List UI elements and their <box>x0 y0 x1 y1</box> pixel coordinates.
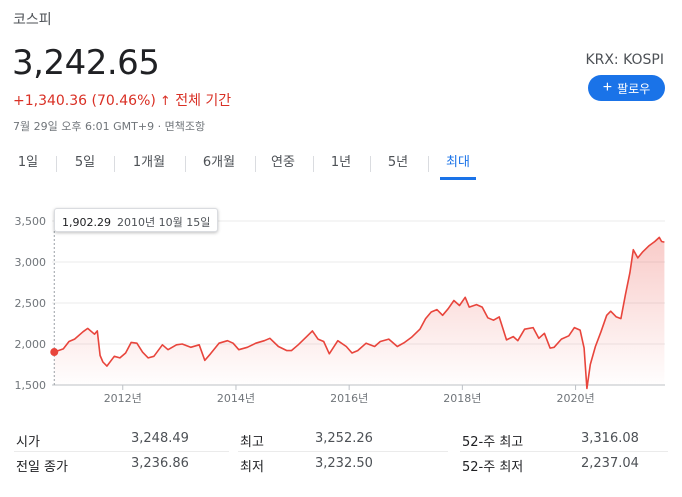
x-tick-label: 2016년 <box>330 392 368 405</box>
arrow-up-icon: ↑ <box>159 94 171 109</box>
tab-6m[interactable]: 6개월 <box>196 152 242 180</box>
prev-close-value: 3,236.86 <box>131 456 189 471</box>
y-tick-label: 2,000 <box>15 338 47 351</box>
tooltip-date: 2010년 10월 15일 <box>116 216 211 229</box>
x-tick-label: 2014년 <box>217 392 255 405</box>
x-tick-label: 2012년 <box>104 392 142 405</box>
x-tick-label: 2018년 <box>443 392 481 405</box>
change-value: +1,340.36 (70.46%) <box>13 93 156 109</box>
price-chart[interactable]: 3,500 3,000 2,500 2,000 1,500 2012년 2014년 2016년… <box>0 205 682 415</box>
low-value: 3,232.50 <box>315 456 373 471</box>
index-name: 코스피 <box>13 12 52 28</box>
52wk-high-value: 3,316.08 <box>581 431 639 446</box>
current-price: 3,242.65 <box>12 43 160 83</box>
follow-label: 팔로우 <box>617 81 651 96</box>
low-label: 최저 <box>240 460 264 475</box>
y-tick-label: 3,500 <box>15 215 47 228</box>
52wk-low-label: 52-주 최저 <box>462 460 524 475</box>
prev-close-label: 전일 종가 <box>16 460 68 475</box>
price-area-fill <box>54 237 665 389</box>
exchange-ticker: KRX: KOSPI <box>585 52 664 68</box>
y-tick-label: 1,500 <box>15 379 47 392</box>
open-value: 3,248.49 <box>131 431 189 446</box>
open-label: 시가 <box>16 435 40 450</box>
52wk-low-value: 2,237.04 <box>581 456 639 471</box>
change-period: 전체 기간 <box>175 93 232 109</box>
y-tick-label: 3,000 <box>15 256 47 269</box>
tab-max[interactable]: 최대 <box>440 152 476 180</box>
tab-1m[interactable]: 1개월 <box>126 152 172 180</box>
x-tick-label: 2020년 <box>557 392 595 405</box>
tab-5y[interactable]: 5년 <box>382 152 414 180</box>
tab-1y[interactable]: 1년 <box>325 152 357 180</box>
plus-icon: + <box>602 79 613 96</box>
tab-1d[interactable]: 1일 <box>14 152 42 180</box>
hover-point <box>50 348 59 357</box>
high-value: 3,252.26 <box>315 431 373 446</box>
timestamp-disclaimer: 7월 29일 오후 6:01 GMT+9 · 면책조항 <box>13 120 206 133</box>
52wk-high-label: 52-주 최고 <box>462 435 524 450</box>
tooltip-value: 1,902.29 <box>62 216 111 229</box>
tab-5d[interactable]: 5일 <box>70 152 100 180</box>
high-label: 최고 <box>240 435 264 450</box>
range-tabs: 1일 5일 1개월 6개월 연중 1년 5년 최대 <box>0 152 682 180</box>
tab-ytd[interactable]: 연중 <box>266 152 300 180</box>
follow-button[interactable]: + 팔로우 <box>588 75 665 101</box>
price-change: +1,340.36 (70.46%) ↑ 전체 기간 <box>13 90 231 110</box>
y-tick-label: 2,500 <box>15 297 47 310</box>
chart-tooltip: 1,902.29 2010년 10월 15일 <box>54 208 218 232</box>
